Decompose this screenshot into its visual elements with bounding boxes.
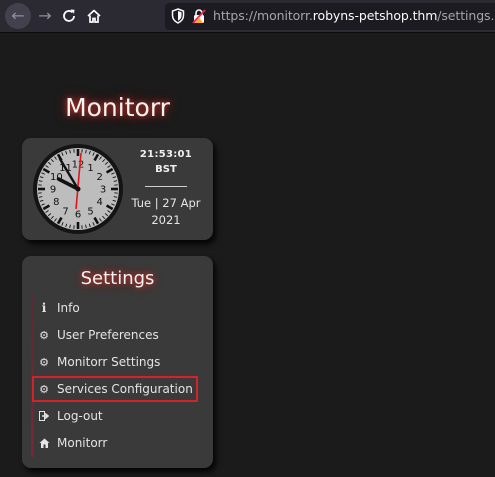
browser-toolbar: ← → https://monitorr.robyns-petshop.thm/…: [0, 0, 495, 33]
menu-item-services-configuration[interactable]: ⚙ Services Configuration: [32, 376, 198, 402]
arrow-left-icon: ←: [11, 6, 25, 25]
menu-item-label: Log-out: [57, 409, 103, 423]
gear-icon: ⚙: [39, 328, 49, 342]
menu-item-label: Info: [57, 301, 80, 315]
clock-number: 12: [72, 160, 85, 171]
clock-number: 9: [50, 185, 56, 196]
menu-item-monitorr-settings[interactable]: ⚙ Monitorr Settings: [36, 351, 196, 373]
url-prefix: https://monitorr.: [213, 8, 313, 23]
arrow-right-icon: →: [38, 6, 52, 25]
settings-title: Settings: [80, 268, 155, 289]
back-button[interactable]: ←: [5, 3, 31, 29]
menu-item-label: Services Configuration: [57, 382, 193, 396]
clock-number: 6: [75, 210, 81, 221]
clock-number: 2: [96, 172, 102, 183]
clock-date: Tue | 27 Apr 2021: [128, 195, 204, 229]
menu-item-label: Monitorr Settings: [57, 355, 161, 369]
insecure-lock-icon[interactable]: [192, 8, 206, 24]
url-domain: robyns-petshop.thm: [312, 8, 438, 23]
clock-number: 1: [87, 163, 93, 174]
clock-time: 21:53:01: [139, 149, 193, 160]
gear-icon: ⚙: [39, 382, 49, 396]
page-title: Monitorr: [65, 93, 170, 122]
clock-number: 8: [53, 197, 59, 208]
forward-button[interactable]: →: [33, 4, 57, 28]
menu-item-info[interactable]: i Info: [36, 297, 196, 319]
clock-number: 3: [100, 185, 106, 196]
menu-item-monitorr[interactable]: Monitorr: [36, 432, 196, 454]
clock-number: 5: [87, 206, 93, 217]
clock-card: 121234567891011 21:53:01 BST Tue | 27 Ap…: [22, 138, 213, 240]
url-text[interactable]: https://monitorr.robyns-petshop.thm/sett…: [213, 8, 495, 23]
info-icon: i: [41, 301, 47, 315]
sidebar-accent-line: [31, 294, 34, 457]
menu-item-label: Monitorr: [57, 436, 108, 450]
settings-card: Settings i Info ⚙ User Preferences ⚙ Mon…: [22, 256, 213, 468]
menu-item-user-preferences[interactable]: ⚙ User Preferences: [36, 324, 196, 346]
menu-item-log-out[interactable]: Log-out: [36, 405, 196, 427]
home-icon: [36, 438, 52, 448]
clock-date-line1: Tue | 27 Apr: [131, 196, 201, 210]
clock-timezone: BST: [155, 164, 177, 175]
url-bar[interactable]: https://monitorr.robyns-petshop.thm/sett…: [165, 3, 495, 30]
gear-icon: ⚙: [39, 355, 49, 369]
reload-button[interactable]: [57, 4, 81, 28]
clock-center: [75, 186, 81, 192]
menu-item-label: User Preferences: [57, 328, 159, 342]
url-path: /settings.php: [437, 8, 495, 23]
clock-divider: [145, 186, 187, 187]
clock-number: 7: [62, 206, 68, 217]
home-icon: [87, 9, 101, 23]
clock-date-line2: 2021: [151, 213, 181, 227]
clock-number: 4: [96, 197, 102, 208]
home-button[interactable]: [82, 4, 106, 28]
shield-icon[interactable]: [171, 8, 185, 24]
analog-clock: 121234567891011: [33, 144, 123, 234]
sign-out-icon: [36, 411, 52, 421]
reload-icon: [63, 9, 75, 22]
